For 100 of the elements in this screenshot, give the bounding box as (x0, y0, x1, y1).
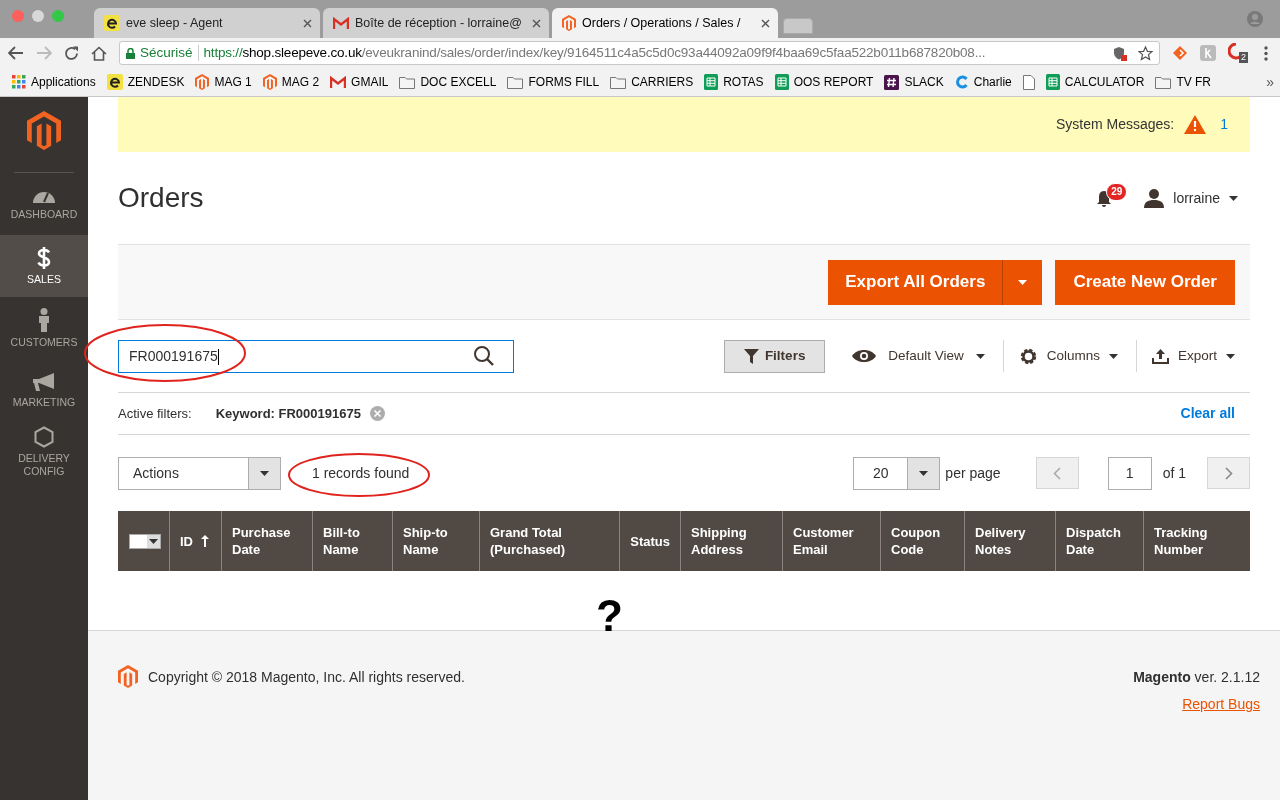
more-bookmarks-button[interactable]: » (1266, 71, 1274, 93)
browser-tab[interactable]: Orders / Operations / Sales / (552, 8, 778, 38)
bookmark[interactable]: OOS REPORT (774, 73, 874, 91)
bookmark[interactable]: CARRIERS (610, 73, 694, 91)
hash-icon (884, 74, 900, 90)
bookmark[interactable]: ZENDESK (106, 73, 185, 91)
spreadsheet-icon (774, 74, 789, 90)
columns-dropdown[interactable]: Columns (1003, 345, 1136, 367)
question-mark: ? (596, 594, 623, 638)
notification-badge: 29 (1106, 183, 1128, 201)
active-filter: Keyword: FR000191675 (215, 404, 361, 423)
caret-icon (1018, 279, 1028, 285)
create-order-button[interactable]: Create New Order (1055, 259, 1235, 305)
column-header[interactable]: Customer Email (783, 511, 881, 571)
column-header[interactable]: Tracking Number (1144, 511, 1250, 571)
bell-icon[interactable] (1096, 190, 1113, 208)
extension-badge: 2 (1239, 52, 1248, 63)
column-header[interactable]: Shipping Address (681, 511, 783, 571)
bookmark[interactable]: CALCULATOR (1045, 73, 1145, 91)
column-header[interactable]: Coupon Code (881, 511, 965, 571)
filters-button[interactable]: Filters (724, 339, 826, 373)
system-messages-count[interactable]: 1 (1220, 114, 1228, 135)
column-header[interactable]: Bill-to Name (313, 511, 393, 571)
column-header[interactable]: ID (170, 511, 222, 571)
folder-icon (610, 75, 627, 89)
address-bar[interactable]: Sécurisé https://shop.sleepeve.co.uk/eveukranind/sales/order/index/key/9164511c4a5c5d0c93a44092a09f9f4baa69c5faa522b011b687820b08... (119, 41, 1160, 65)
sidebar-item[interactable]: CUSTOMERS (0, 297, 88, 360)
reload-button[interactable] (64, 45, 79, 61)
file-icon (1022, 74, 1035, 90)
spreadsheet-icon (1045, 74, 1060, 90)
bookmark[interactable]: TV FR (1155, 73, 1212, 91)
column-header[interactable]: Status (620, 511, 681, 571)
home-icon[interactable] (91, 45, 107, 61)
sidebar-item[interactable]: DELIVERY CONFIG (0, 421, 88, 484)
bookmark[interactable]: SLACK (884, 73, 944, 91)
sort-arrow-icon (201, 535, 209, 547)
browser-tab[interactable]: Boîte de réception - lorraine@ (323, 8, 549, 38)
search-icon[interactable] (473, 345, 495, 367)
column-header[interactable]: Ship-to Name (393, 511, 480, 571)
export-dropdown[interactable]: Export (1136, 345, 1250, 367)
export-split-button[interactable]: Export All Orders (828, 259, 1043, 305)
chevron-right-icon (1224, 466, 1233, 480)
copyright-text: Copyright © 2018 Magento, Inc. All rights reserved. (148, 668, 465, 687)
bookmark[interactable]: DOC EXCELL (399, 73, 497, 91)
eye-icon (852, 349, 877, 363)
dollar-icon (37, 246, 51, 269)
per-page-dropdown[interactable]: 20 (853, 456, 941, 490)
megaphone-icon (32, 371, 56, 392)
close-icon[interactable] (303, 18, 312, 28)
extension-icon[interactable] (1172, 45, 1188, 61)
bookmark[interactable]: Charlie (954, 73, 1012, 91)
browser-tab[interactable]: eve sleep - Agent (94, 8, 320, 38)
folder-icon (507, 75, 524, 89)
system-messages-label: System Messages: (1055, 115, 1175, 134)
apps-grid-icon (12, 75, 26, 89)
magento-logo (27, 111, 61, 151)
e-letter-icon (104, 15, 120, 31)
shield-icon (1113, 45, 1127, 61)
clear-all-link[interactable]: Clear all (1180, 403, 1250, 424)
bookmark-star-icon[interactable] (1138, 45, 1153, 61)
column-header[interactable]: Grand Total (Purchased) (480, 511, 620, 571)
folder-icon (399, 75, 416, 89)
bookmark[interactable]: FORMS FILL (507, 73, 600, 91)
caret-icon (260, 470, 269, 476)
bookmark[interactable]: GMAIL (330, 73, 389, 91)
chevron-left-icon (1053, 466, 1062, 480)
tab-title: eve sleep - Agent (126, 14, 224, 32)
bookmark[interactable]: MAG 2 (262, 73, 320, 91)
bookmark[interactable]: Applications (12, 73, 96, 91)
page-title: Orders (118, 181, 204, 215)
page-number-field[interactable]: 1 (1107, 456, 1152, 490)
column-header[interactable]: Purchase Date (222, 511, 313, 571)
actions-dropdown[interactable]: Actions (118, 456, 281, 490)
caret-icon (1226, 353, 1235, 359)
gear-icon (1018, 346, 1038, 366)
select-all-dropdown[interactable] (129, 533, 161, 549)
bookmark[interactable] (1022, 74, 1035, 90)
back-button[interactable] (8, 46, 24, 60)
active-filters-label: Active filters: (118, 404, 192, 423)
sidebar-item[interactable]: DASHBOARD (0, 173, 88, 236)
version-text: Magento ver. 2.1.12 (1133, 668, 1260, 687)
caret-icon (975, 353, 985, 359)
tab-title: Boîte de réception - lorraine@ (355, 14, 523, 32)
sidebar-item[interactable]: SALES (0, 235, 88, 298)
bookmark[interactable]: MAG 1 (195, 73, 252, 91)
close-icon[interactable] (761, 18, 770, 28)
lock-icon (126, 47, 135, 59)
column-header[interactable]: Delivery Notes (965, 511, 1056, 571)
sidebar-item[interactable]: MARKETING (0, 359, 88, 422)
mail-icon (333, 16, 349, 30)
bookmark[interactable]: ROTAS (704, 73, 764, 91)
tab-title: Orders / Operations / Sales / (582, 14, 742, 32)
search-field[interactable]: FR000191675 (118, 339, 514, 373)
close-icon[interactable] (532, 18, 541, 28)
view-dropdown[interactable]: Default View (825, 345, 1003, 367)
caret-icon (1108, 353, 1118, 359)
menu-icon[interactable] (1264, 45, 1268, 61)
user-menu[interactable]: lorraine (1144, 187, 1238, 209)
column-header[interactable]: Dispatch Date (1056, 511, 1144, 571)
caret-icon (919, 470, 929, 476)
